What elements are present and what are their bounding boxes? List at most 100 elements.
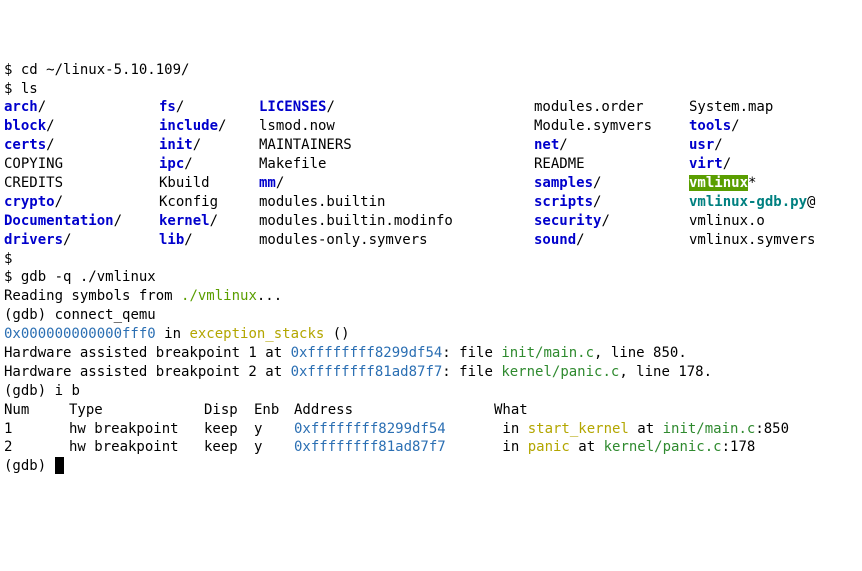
- ls-entry: README: [534, 156, 585, 172]
- ls-entry: CREDITS: [4, 175, 63, 191]
- gdb-reading-prefix: Reading symbols from: [4, 288, 181, 304]
- ls-row: CREDITSKbuildmm/samples/vmlinux*: [4, 174, 858, 193]
- bp-enb: y: [254, 420, 294, 439]
- ls-cell: net/: [534, 136, 689, 155]
- ls-entry: fs: [159, 99, 176, 115]
- terminal[interactable]: $ cd ~/linux-5.10.109/ $ ls arch/fs/LICE…: [4, 61, 858, 477]
- bp-disp: keep: [204, 420, 254, 439]
- ls-cell: sound/: [534, 231, 689, 250]
- bp-enb: y: [254, 438, 294, 457]
- ls-cell: LICENSES/: [259, 98, 534, 117]
- ls-cell: block/: [4, 117, 159, 136]
- cursor-icon: [55, 457, 64, 474]
- ls-suffix: /: [193, 137, 201, 153]
- bp-num: 2: [4, 438, 69, 457]
- ls-suffix: /: [46, 137, 54, 153]
- ls-listing: arch/fs/LICENSES/modules.orderSystem.map…: [4, 98, 858, 249]
- ls-suffix: /: [176, 99, 184, 115]
- ls-cell: include/: [159, 117, 259, 136]
- ls-cell: usr/: [689, 136, 723, 155]
- ls-suffix: /: [210, 213, 218, 229]
- ls-entry: vmlinux: [689, 175, 748, 191]
- ls-entry: block: [4, 118, 46, 134]
- bp-header-enb: Enb: [254, 401, 294, 420]
- ls-cell: System.map: [689, 98, 773, 117]
- ls-cell: kernel/: [159, 212, 259, 231]
- ls-cell: README: [534, 155, 689, 174]
- bp-type: hw breakpoint: [69, 438, 204, 457]
- ls-entry: samples: [534, 175, 593, 191]
- ls-entry: lsmod.now: [259, 118, 335, 134]
- ls-entry: certs: [4, 137, 46, 153]
- ls-entry: modules.builtin: [259, 194, 385, 210]
- shell-prompt: $: [4, 62, 12, 78]
- ls-suffix: @: [807, 194, 815, 210]
- ls-entry: COPYING: [4, 156, 63, 172]
- ls-entry: lib: [159, 232, 184, 248]
- ls-entry: crypto: [4, 194, 55, 210]
- ls-row: crypto/Kconfigmodules.builtinscripts/vml…: [4, 193, 858, 212]
- bp-row: 1hw breakpointkeep y0xffffffff8299df54 i…: [4, 420, 858, 439]
- ls-entry: drivers: [4, 232, 63, 248]
- ls-row: block/include/lsmod.nowModule.symverstoo…: [4, 117, 858, 136]
- ls-cell: Kbuild: [159, 174, 259, 193]
- ls-cell: Kconfig: [159, 193, 259, 212]
- cmd-connect-qemu: connect_qemu: [55, 307, 156, 323]
- hb2-address: 0xffffffff81ad87f7: [291, 364, 443, 380]
- ls-row: certs/init/MAINTAINERSnet/usr/: [4, 136, 858, 155]
- bp-header-what: What: [494, 402, 528, 418]
- ls-cell: fs/: [159, 98, 259, 117]
- gdb-reading-path: ./vmlinux: [181, 288, 257, 304]
- ls-suffix: /: [276, 175, 284, 191]
- ls-entry: init: [159, 137, 193, 153]
- hb1-mid: : file: [442, 345, 501, 361]
- hb2-mid: : file: [442, 364, 501, 380]
- cmd-gdb: gdb -q ./vmlinux: [21, 269, 156, 285]
- hb2-prefix: Hardware assisted breakpoint 2 at: [4, 364, 291, 380]
- ls-entry: include: [159, 118, 218, 134]
- hb1-file: init/main.c: [501, 345, 594, 361]
- ls-cell: modules.order: [534, 98, 689, 117]
- ls-entry: ipc: [159, 156, 184, 172]
- bp-rows: 1hw breakpointkeep y0xffffffff8299df54 i…: [4, 420, 858, 458]
- ls-cell: virt/: [689, 155, 731, 174]
- ls-cell: certs/: [4, 136, 159, 155]
- ls-cell: vmlinux.symvers: [689, 231, 815, 250]
- ls-suffix: /: [38, 99, 46, 115]
- ls-suffix: /: [218, 118, 226, 134]
- ls-entry: modules.builtin.modinfo: [259, 213, 453, 229]
- ls-entry: modules-only.symvers: [259, 232, 428, 248]
- ls-cell: samples/: [534, 174, 689, 193]
- bp-row: 2hw breakpointkeep y0xffffffff81ad87f7 i…: [4, 438, 858, 457]
- ls-entry: mm: [259, 175, 276, 191]
- ls-entry: net: [534, 137, 559, 153]
- shell-prompt: $: [4, 81, 12, 97]
- bp-addr: 0xffffffff8299df54: [294, 420, 494, 439]
- cmd-ls: ls: [21, 81, 38, 97]
- ls-suffix: /: [184, 156, 192, 172]
- ls-entry: scripts: [534, 194, 593, 210]
- shell-prompt: $: [4, 269, 12, 285]
- bp-num: 1: [4, 420, 69, 439]
- ls-cell: ipc/: [159, 155, 259, 174]
- bp-header-type: Type: [69, 401, 204, 420]
- bp-header-addr: Address: [294, 401, 494, 420]
- gdb-reading-suffix: ...: [257, 288, 282, 304]
- ls-suffix: /: [576, 232, 584, 248]
- ls-row: Documentation/kernel/modules.builtin.mod…: [4, 212, 858, 231]
- bp-header-disp: Disp: [204, 401, 254, 420]
- ls-entry: System.map: [689, 99, 773, 115]
- ls-entry: vmlinux.symvers: [689, 232, 815, 248]
- bp-type: hw breakpoint: [69, 420, 204, 439]
- bp-header-num: Num: [4, 401, 69, 420]
- ls-cell: drivers/: [4, 231, 159, 250]
- ls-suffix: /: [326, 99, 334, 115]
- ls-cell: modules-only.symvers: [259, 231, 534, 250]
- shell-prompt: $: [4, 251, 12, 267]
- ls-cell: arch/: [4, 98, 159, 117]
- ls-entry: security: [534, 213, 601, 229]
- ls-entry: kernel: [159, 213, 210, 229]
- ls-cell: Makefile: [259, 155, 534, 174]
- stop-symbol: exception_stacks: [189, 326, 324, 342]
- ls-entry: vmlinux-gdb.py: [689, 194, 807, 210]
